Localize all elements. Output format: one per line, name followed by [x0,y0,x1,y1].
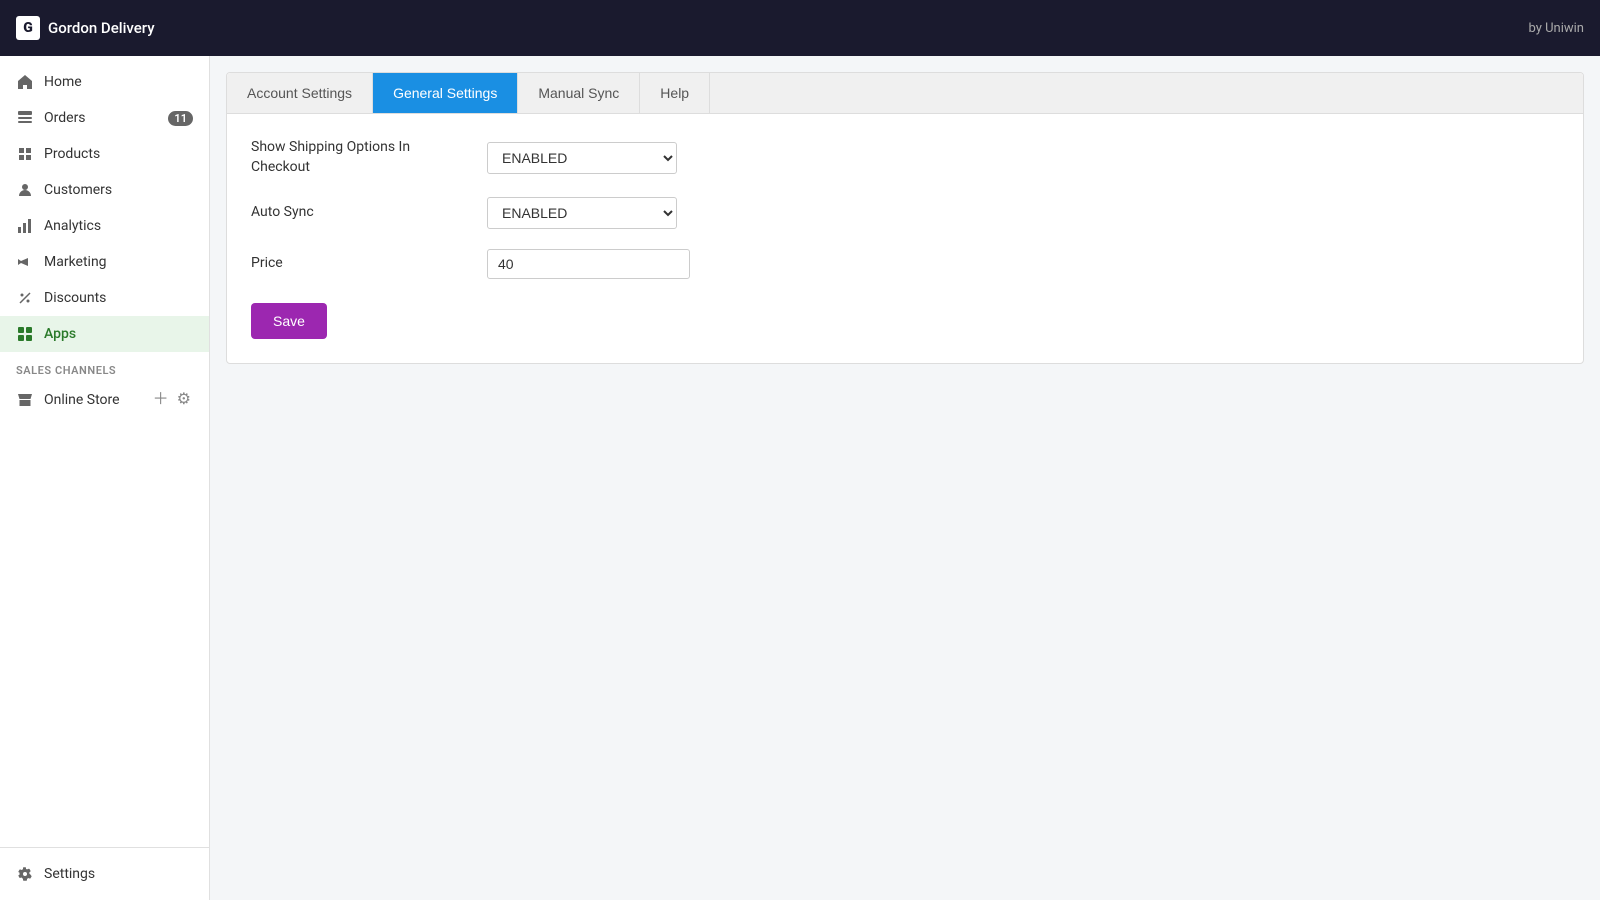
sales-channel-actions: ＋ ⚙ [151,390,193,410]
sidebar-item-apps-label: Apps [44,326,76,342]
sidebar-nav: Home Orders 11 Products [0,56,209,847]
store-icon [16,391,34,409]
price-row: Price [251,249,1559,279]
main-content: Account Settings General Settings Manual… [210,56,1600,900]
sidebar-item-settings-label: Settings [44,866,95,882]
settings-card: Account Settings General Settings Manual… [226,72,1584,364]
sidebar-item-marketing-label: Marketing [44,254,107,270]
sidebar-bottom: Settings [0,847,209,900]
sidebar: Home Orders 11 Products [0,56,210,900]
discounts-icon [16,289,34,307]
brand: G Gordon Delivery [16,16,155,40]
tab-account-settings[interactable]: Account Settings [227,73,373,113]
orders-icon [16,109,34,127]
home-icon [16,73,34,91]
tabs-bar: Account Settings General Settings Manual… [227,73,1583,114]
top-bar: G Gordon Delivery by Uniwin [0,0,1600,56]
tab-manual-sync[interactable]: Manual Sync [518,73,640,113]
products-icon [16,145,34,163]
sidebar-item-discounts-label: Discounts [44,290,106,306]
tab-help[interactable]: Help [640,73,710,113]
sales-channels-section-label: SALES CHANNELS [0,352,209,381]
sidebar-item-home-label: Home [44,74,82,90]
sidebar-item-customers-label: Customers [44,182,112,198]
customers-icon [16,181,34,199]
tab-general-settings[interactable]: General Settings [373,73,518,113]
sidebar-item-orders[interactable]: Orders 11 [0,100,209,136]
price-input[interactable] [487,249,690,279]
sales-channel-settings-button[interactable]: ⚙ [175,390,193,410]
show-shipping-label: Show Shipping Options In Checkout [251,138,471,177]
sidebar-item-discounts[interactable]: Discounts [0,280,209,316]
apps-icon [16,325,34,343]
sidebar-item-analytics[interactable]: Analytics [0,208,209,244]
auto-sync-row: Auto Sync ENABLED DISABLED [251,197,1559,229]
sidebar-item-apps[interactable]: Apps [0,316,209,352]
online-store-label: Online Store [44,392,120,408]
save-button[interactable]: Save [251,303,327,339]
brand-icon: G [16,16,40,40]
sidebar-item-online-store[interactable]: Online Store ＋ ⚙ [0,381,209,419]
sidebar-item-products[interactable]: Products [0,136,209,172]
sidebar-item-customers[interactable]: Customers [0,172,209,208]
auto-sync-select[interactable]: ENABLED DISABLED [487,197,677,229]
sidebar-item-marketing[interactable]: Marketing [0,244,209,280]
sidebar-item-products-label: Products [44,146,100,162]
sidebar-item-home[interactable]: Home [0,64,209,100]
sidebar-item-orders-label: Orders [44,110,86,126]
marketing-icon [16,253,34,271]
show-shipping-select[interactable]: ENABLED DISABLED [487,142,677,174]
auto-sync-label: Auto Sync [251,203,471,223]
settings-form: Show Shipping Options In Checkout ENABLE… [227,114,1583,363]
show-shipping-row: Show Shipping Options In Checkout ENABLE… [251,138,1559,177]
add-sales-channel-button[interactable]: ＋ [151,390,171,410]
price-label: Price [251,254,471,274]
orders-badge: 11 [168,111,193,126]
sidebar-item-settings[interactable]: Settings [0,856,209,892]
brand-name: Gordon Delivery [48,19,155,37]
settings-icon [16,865,34,883]
byline: by Uniwin [1529,21,1585,36]
analytics-icon [16,217,34,235]
sidebar-item-analytics-label: Analytics [44,218,101,234]
